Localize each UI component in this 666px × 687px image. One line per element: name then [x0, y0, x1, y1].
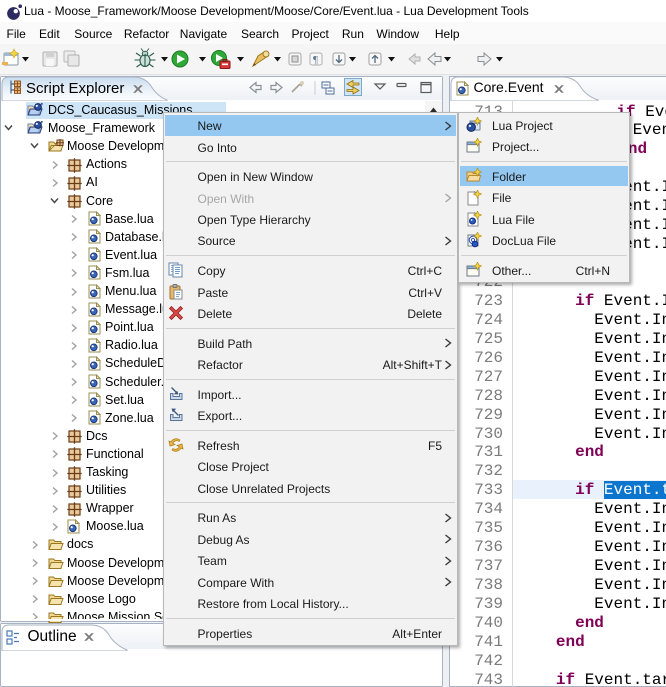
- svg-text:¶: ¶: [313, 54, 318, 66]
